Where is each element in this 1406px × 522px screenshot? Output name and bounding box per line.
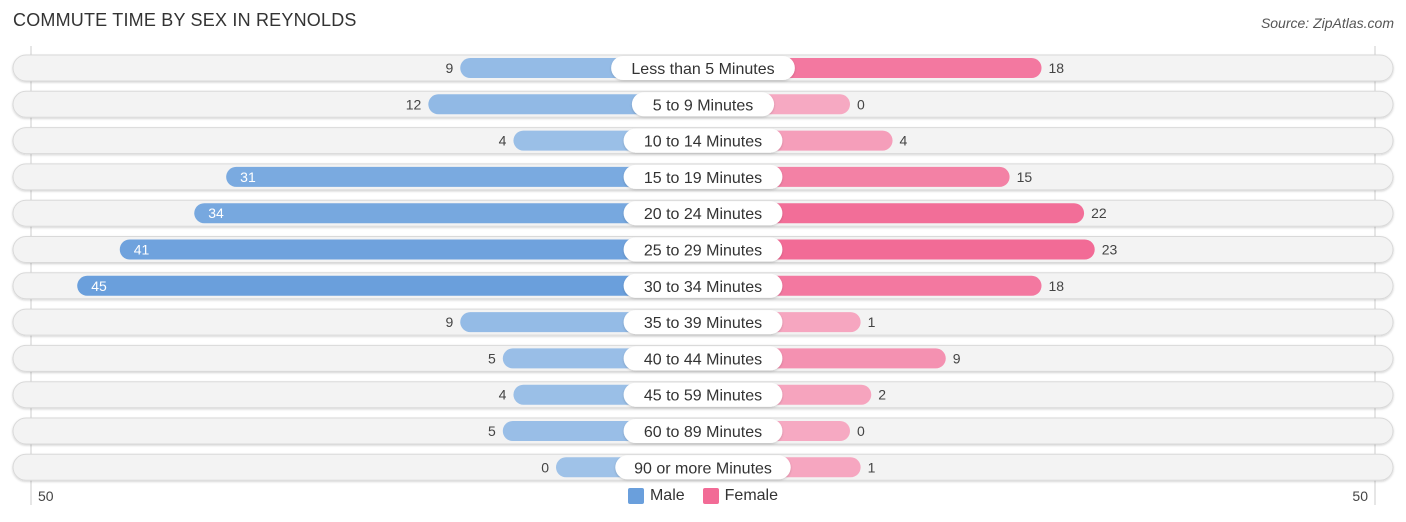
chart-row: 5 0 60 to 89 Minutes xyxy=(12,417,1394,445)
male-value-label: 34 xyxy=(208,205,224,221)
male-value-label: 45 xyxy=(91,278,107,294)
chart-row: 4 2 45 to 59 Minutes xyxy=(12,381,1394,409)
legend-label-male: Male xyxy=(649,487,685,504)
chart-row: 41 23 25 to 29 Minutes xyxy=(12,236,1394,263)
male-value-label: 5 xyxy=(488,423,496,439)
chart-canvas: 9 18Less than 5 Minutes12 05 to 9 Minutes4… xyxy=(12,46,1394,505)
chart-row: 34 22 20 to 24 Minutes xyxy=(12,199,1394,227)
male-value-label: 41 xyxy=(134,242,150,258)
category-label: 35 to 39 Minutes xyxy=(644,315,762,332)
female-value-label: 2 xyxy=(878,387,886,403)
category-label: 5 to 9 Minutes xyxy=(653,97,754,114)
category-label: 40 to 44 Minutes xyxy=(644,351,762,368)
chart-row: 9 18 Less than 5 Minutes xyxy=(12,54,1394,82)
category-label: 60 to 89 Minutes xyxy=(644,424,762,441)
category-label: 30 to 34 Minutes xyxy=(644,279,762,296)
legend-item-male[interactable]: Male xyxy=(627,487,685,505)
female-value-label: 23 xyxy=(1102,242,1118,258)
female-value-label: 0 xyxy=(857,423,865,439)
legend-label-female: Female xyxy=(724,487,779,504)
male-bar[interactable] xyxy=(77,275,703,296)
category-label: Less than 5 Minutes xyxy=(631,61,774,78)
male-value-label: 9 xyxy=(445,314,453,330)
legend-item-female[interactable]: Female xyxy=(702,487,779,505)
male-value-label: 4 xyxy=(499,133,507,149)
category-label: 45 to 59 Minutes xyxy=(644,388,762,405)
male-value-label: 5 xyxy=(488,350,496,366)
male-value-label: 31 xyxy=(240,169,256,185)
female-value-label: 1 xyxy=(868,459,876,475)
category-label: 25 to 29 Minutes xyxy=(644,243,762,260)
male-value-label: 12 xyxy=(406,96,422,112)
category-label: 90 or more Minutes xyxy=(634,460,772,477)
female-value-label: 9 xyxy=(953,350,961,366)
male-bar[interactable] xyxy=(119,239,703,260)
category-label: 20 to 24 Minutes xyxy=(644,206,762,223)
legend-swatch-female xyxy=(702,488,719,504)
chart-row: 5 9 40 to 44 Minutes xyxy=(12,344,1394,372)
chart-row: 31 15 15 to 19 Minutes xyxy=(12,163,1394,191)
female-value-label: 4 xyxy=(900,133,908,149)
female-value-label: 22 xyxy=(1091,205,1107,221)
female-value-label: 0 xyxy=(857,96,865,112)
chart-row: 12 0 5 to 9 Minutes xyxy=(12,90,1394,118)
category-label: 15 to 19 Minutes xyxy=(644,170,762,187)
male-value-label: 9 xyxy=(445,60,453,76)
legend: Male Female xyxy=(0,487,1406,505)
chart-row: 45 18 30 to 34 Minutes xyxy=(12,272,1394,300)
category-label: 10 to 14 Minutes xyxy=(644,134,762,151)
female-value-label: 15 xyxy=(1017,169,1033,185)
chart-row: 0 1 90 or more Minutes xyxy=(12,453,1394,481)
legend-swatch-male xyxy=(627,488,644,504)
female-value-label: 18 xyxy=(1049,60,1065,76)
male-value-label: 4 xyxy=(499,387,507,403)
female-value-label: 18 xyxy=(1049,278,1065,294)
male-value-label: 0 xyxy=(541,459,549,475)
chart-row: 9 1 35 to 39 Minutes xyxy=(12,308,1394,336)
female-value-label: 1 xyxy=(868,314,876,330)
chart-row: 4 4 10 to 14 Minutes xyxy=(12,127,1394,155)
